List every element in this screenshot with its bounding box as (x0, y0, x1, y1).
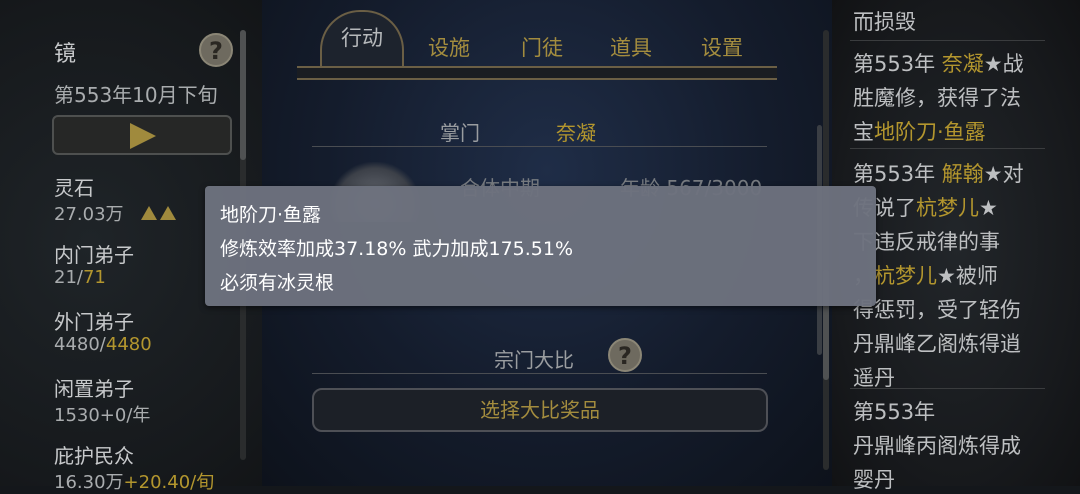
log-text: 得惩罚，受了轻伤 (853, 298, 1021, 322)
log-highlight[interactable]: 杭梦儿 (916, 196, 979, 220)
log-text: 婴丹 (853, 468, 895, 492)
log-line: 第553年 (853, 396, 935, 426)
item-effect: 修炼效率加成37.18% 武力加成175.51% (220, 238, 574, 260)
competition-divider (312, 373, 767, 374)
log-highlight[interactable]: 奈凝 (942, 52, 984, 76)
log-text: 第553年 (853, 162, 942, 186)
protected-people-count: 16.30万 (54, 472, 124, 493)
log-line: 第553年 奈凝★战 (853, 48, 1024, 78)
log-line: 而损毁 (853, 6, 916, 36)
protected-people-value: 16.30万+20.40/旬 (54, 468, 214, 494)
log-highlight[interactable]: 杭梦儿 (874, 264, 937, 288)
outer-disciples-count: 4480/ (54, 334, 106, 355)
spirit-stone-value: 27.03万 (54, 200, 179, 226)
outer-disciples-value: 4480/4480 (54, 334, 152, 355)
protected-people-label: 庇护民众 (54, 444, 134, 468)
leader-label: 掌门 (440, 121, 480, 145)
spirit-stone-amount: 27.03万 (54, 204, 124, 225)
outer-disciples-label: 外门弟子 (54, 310, 134, 334)
main-tabs: 行动 设施 门徒 道具 设置 (297, 8, 787, 80)
log-text: 胜魔修，获得了法 (853, 86, 1021, 110)
log-text: 第553年 (853, 52, 942, 76)
competition-help-icon[interactable]: ? (608, 338, 642, 372)
inner-disciples-value: 21/71 (54, 267, 106, 288)
leader-divider (312, 146, 767, 147)
log-text: ★ (979, 196, 998, 220)
item-requirement: 必须有冰灵根 (220, 272, 335, 294)
spirit-stone-label: 灵石 (54, 176, 94, 200)
log-line: 第553年 解翰★对 (853, 158, 1024, 188)
sect-name: 镜 (54, 42, 77, 67)
log-line: 胜魔修，获得了法 (853, 82, 1021, 112)
increase-arrows-icon (141, 204, 179, 225)
log-text: 第553年 (853, 400, 936, 424)
log-text: ★战 (983, 52, 1024, 76)
inner-disciples-count: 21/ (54, 267, 83, 288)
idle-disciples-label: 闲置弟子 (54, 377, 134, 401)
tab-settings[interactable]: 设置 (682, 22, 762, 74)
log-text: ★对 (983, 162, 1024, 186)
play-icon (130, 123, 156, 149)
log-text: 丹鼎峰丙阁炼得成 (853, 434, 1021, 458)
select-reward-button[interactable]: 选择大比奖品 (312, 388, 768, 432)
left-scrollbar-thumb[interactable] (240, 30, 246, 160)
log-separator (850, 148, 1045, 149)
item-tooltip: 地阶刀·鱼露 修炼效率加成37.18% 武力加成175.51% 必须有冰灵根 (205, 186, 876, 306)
inner-disciples-capacity: 71 (82, 267, 106, 288)
game-date: 第553年10月下旬 (54, 83, 218, 107)
tab-action[interactable]: 行动 (320, 12, 404, 64)
outer-disciples-capacity: 4480 (105, 334, 152, 355)
log-text: 而损毁 (853, 10, 916, 34)
inner-disciples-label: 内门弟子 (54, 243, 134, 267)
log-text: 宝 (853, 120, 874, 144)
tab-disciples[interactable]: 门徒 (502, 22, 582, 74)
protected-people-growth: +20.40/旬 (123, 472, 215, 493)
log-highlight[interactable]: 解翰 (942, 162, 984, 186)
advance-time-button[interactable] (52, 115, 232, 155)
idle-disciples-value: 1530+0/年 (54, 405, 151, 426)
log-text: ★被师 (937, 264, 998, 288)
log-line: 丹鼎峰丙阁炼得成 (853, 430, 1021, 460)
log-line: 丹鼎峰乙阁炼得逍 (853, 328, 1021, 358)
item-name: 地阶刀·鱼露 (220, 204, 322, 226)
tab-items[interactable]: 道具 (591, 22, 671, 74)
log-line: 得惩罚，受了轻伤 (853, 294, 1021, 324)
competition-title: 宗门大比 (494, 348, 574, 372)
log-text: 丹鼎峰乙阁炼得逍 (853, 332, 1021, 356)
log-line: 婴丹 (853, 464, 895, 494)
log-line: 宝地阶刀·鱼露 (853, 116, 986, 146)
log-highlight[interactable]: 地阶刀·鱼露 (874, 120, 986, 144)
log-separator (850, 40, 1045, 41)
log-separator (850, 388, 1045, 389)
help-icon[interactable]: ? (199, 33, 233, 67)
leader-name[interactable]: 奈凝 (556, 117, 596, 146)
log-text: 遥丹 (853, 366, 895, 390)
tab-facilities[interactable]: 设施 (409, 22, 489, 74)
